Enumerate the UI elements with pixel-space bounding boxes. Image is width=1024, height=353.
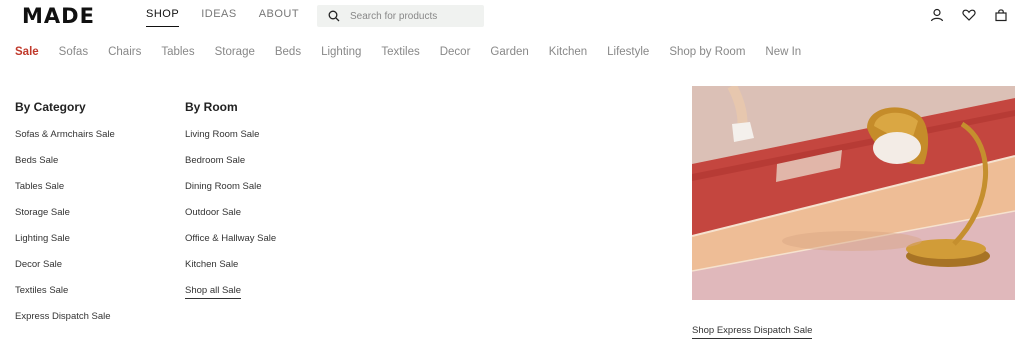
brass-desk-lamp-illustration xyxy=(692,86,1015,300)
category-chairs[interactable]: Chairs xyxy=(108,46,141,58)
link-sofas-armchairs-sale[interactable]: Sofas & Armchairs Sale xyxy=(15,129,115,140)
menu-list-item: Express Dispatch Sale xyxy=(15,311,115,337)
nav-ideas[interactable]: IDEAS xyxy=(201,8,237,27)
link-beds-sale[interactable]: Beds Sale xyxy=(15,155,58,166)
link-bedroom-sale[interactable]: Bedroom Sale xyxy=(185,155,245,166)
link-dining-room-sale[interactable]: Dining Room Sale xyxy=(185,181,262,192)
category-kitchen[interactable]: Kitchen xyxy=(549,46,587,58)
category-textiles[interactable]: Textiles xyxy=(381,46,419,58)
link-express-dispatch-sale[interactable]: Express Dispatch Sale xyxy=(15,311,111,322)
link-kitchen-sale[interactable]: Kitchen Sale xyxy=(185,259,238,270)
category-nav: Sale Sofas Chairs Tables Storage Beds Li… xyxy=(15,46,821,58)
category-decor[interactable]: Decor xyxy=(440,46,471,58)
menu-list-item: Bedroom Sale xyxy=(185,155,276,181)
menu-list-item: Dining Room Sale xyxy=(185,181,276,207)
by-category-column: By Category Sofas & Armchairs Sale Beds … xyxy=(15,100,115,337)
by-room-heading: By Room xyxy=(185,100,238,114)
basket-icon[interactable] xyxy=(994,8,1008,22)
top-bar: MADE SHOP IDEAS ABOUT xyxy=(0,0,1024,34)
by-category-heading: By Category xyxy=(15,100,86,114)
menu-list-item: Shop all Sale xyxy=(185,285,276,311)
by-room-column: By Room Living Room Sale Bedroom Sale Di… xyxy=(185,100,276,311)
link-lighting-sale[interactable]: Lighting Sale xyxy=(15,233,70,244)
category-new-in[interactable]: New In xyxy=(765,46,801,58)
menu-list-item: Lighting Sale xyxy=(15,233,115,259)
link-tables-sale[interactable]: Tables Sale xyxy=(15,181,64,192)
search-input[interactable] xyxy=(350,10,470,22)
category-sale[interactable]: Sale xyxy=(15,46,39,58)
link-decor-sale[interactable]: Decor Sale xyxy=(15,259,62,270)
menu-list-item: Living Room Sale xyxy=(185,129,276,155)
search-box[interactable] xyxy=(317,5,484,27)
wishlist-heart-icon[interactable] xyxy=(962,8,976,22)
menu-list-item: Tables Sale xyxy=(15,181,115,207)
menu-list-item: Kitchen Sale xyxy=(185,259,276,285)
category-sofas[interactable]: Sofas xyxy=(59,46,88,58)
link-office-hallway-sale[interactable]: Office & Hallway Sale xyxy=(185,233,276,244)
header-icons xyxy=(930,8,1008,22)
category-tables[interactable]: Tables xyxy=(161,46,194,58)
menu-list-item: Office & Hallway Sale xyxy=(185,233,276,259)
main-nav: SHOP IDEAS ABOUT xyxy=(146,8,299,27)
category-beds[interactable]: Beds xyxy=(275,46,301,58)
nav-shop[interactable]: SHOP xyxy=(146,8,180,27)
menu-list-item: Beds Sale xyxy=(15,155,115,181)
menu-list-item: Sofas & Armchairs Sale xyxy=(15,129,115,155)
category-garden[interactable]: Garden xyxy=(490,46,528,58)
menu-list-item: Decor Sale xyxy=(15,259,115,285)
category-lifestyle[interactable]: Lifestyle xyxy=(607,46,649,58)
category-lighting[interactable]: Lighting xyxy=(321,46,361,58)
made-logo[interactable]: MADE xyxy=(22,4,95,28)
category-storage[interactable]: Storage xyxy=(215,46,255,58)
shop-express-dispatch-sale-link[interactable]: Shop Express Dispatch Sale xyxy=(692,325,813,339)
account-icon[interactable] xyxy=(930,8,944,22)
menu-list-item: Textiles Sale xyxy=(15,285,115,311)
nav-about[interactable]: ABOUT xyxy=(259,8,299,27)
promo-lamp-image[interactable] xyxy=(692,86,1015,300)
search-icon xyxy=(328,10,340,22)
menu-list-item: Outdoor Sale xyxy=(185,207,276,233)
link-textiles-sale[interactable]: Textiles Sale xyxy=(15,285,68,296)
link-shop-all-sale[interactable]: Shop all Sale xyxy=(185,285,241,299)
menu-list-item: Storage Sale xyxy=(15,207,115,233)
category-shop-by-room[interactable]: Shop by Room xyxy=(669,46,745,58)
link-living-room-sale[interactable]: Living Room Sale xyxy=(185,129,259,140)
link-storage-sale[interactable]: Storage Sale xyxy=(15,207,70,218)
link-outdoor-sale[interactable]: Outdoor Sale xyxy=(185,207,241,218)
